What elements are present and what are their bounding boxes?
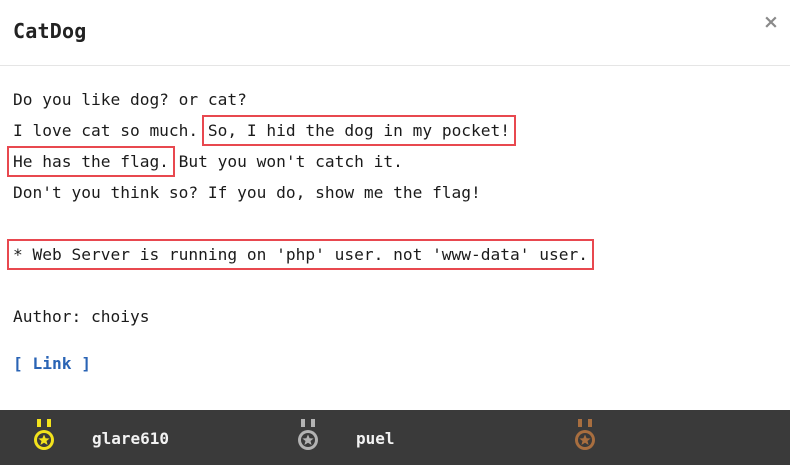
solvers-bar: glare610 puel	[0, 410, 790, 465]
modal-header: CatDog ×	[0, 0, 790, 66]
highlighted-text: So, I hid the dog in my pocket!	[201, 115, 517, 146]
description-line: He has the flag. But you won't catch it.	[7, 146, 403, 177]
description-line: I love cat so much. So, I hid the dog in…	[13, 115, 517, 146]
description-text: I love cat so much.	[13, 121, 208, 140]
highlighted-text: He has the flag.	[7, 146, 175, 177]
highlighted-text: * Web Server is running on 'php' user. n…	[7, 239, 594, 270]
close-button[interactable]: ×	[763, 12, 779, 32]
description-line: Don't you think so? If you do, show me t…	[13, 183, 481, 202]
author-line: Author: choiys	[13, 307, 150, 326]
solver-name: glare610	[92, 429, 170, 448]
bronze-medal-icon	[575, 419, 595, 450]
description-line: Do you like dog? or cat?	[13, 90, 247, 109]
link-line: [ Link ]	[13, 352, 91, 376]
challenge-link[interactable]: [ Link ]	[13, 354, 91, 373]
modal-title: CatDog	[13, 19, 87, 43]
silver-medal-icon	[298, 419, 318, 450]
solver-name: puel	[356, 429, 395, 448]
gold-medal-icon	[34, 419, 54, 450]
description-text: But you won't catch it.	[168, 152, 403, 171]
description-line: * Web Server is running on 'php' user. n…	[7, 239, 594, 270]
